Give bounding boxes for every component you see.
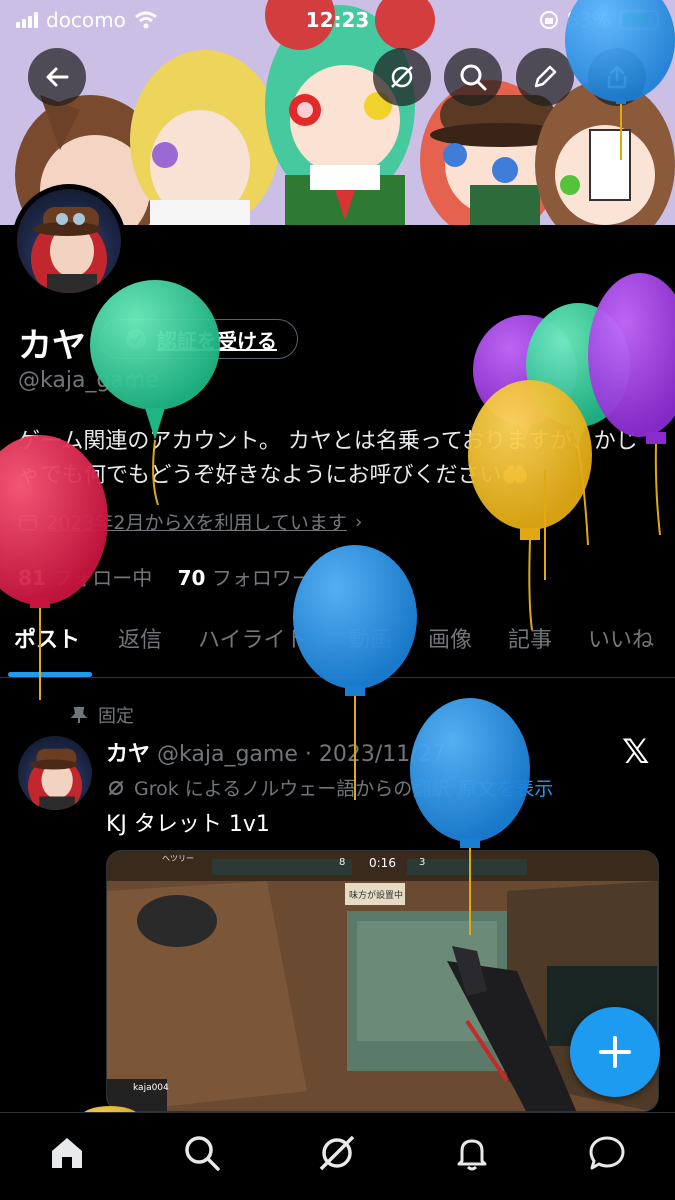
rotation-lock-icon [539,11,558,29]
joined-text: 2023年2月からXを利用しています [46,512,347,534]
share-icon [607,65,627,89]
tab-images[interactable]: 画像 [428,622,472,654]
pin-icon [70,707,88,723]
active-tab-indicator [8,672,92,677]
search-button[interactable] [444,48,502,106]
grok-button[interactable] [373,48,431,106]
search-icon [185,1136,220,1171]
pinned-label: 固定 [98,706,134,727]
edit-button[interactable] [516,48,574,106]
edit-pencil-icon [534,65,557,88]
grok-icon [108,780,124,795]
tab-likes[interactable]: いいね [588,622,654,654]
balloon-green-right [526,303,630,546]
following-label: フォロー中 [52,566,153,590]
bell-icon [457,1139,487,1171]
battery-percent: 83% [566,8,611,32]
media-player-name: kaja004 [133,1083,169,1093]
balloon-purple-mid [473,315,577,440]
media-score-right: 3 [419,857,426,868]
avatar-illustration [31,207,107,293]
compose-post-button[interactable] [570,1007,660,1097]
x-logo-icon: 𝕏 [622,732,650,772]
media-score-left: 8 [339,857,346,868]
profile-handle: @kaja_game [18,368,159,393]
bottom-navigation [0,1112,675,1200]
grok-translation: Grok によるノルウェー語からの翻訳 原文を表示 [106,774,553,801]
followers-label: フォロワー [211,566,312,590]
follow-stats: 81 フォロー中 70 フォロワー [18,562,312,591]
battery-icon [619,10,659,30]
search-icon [460,64,487,91]
nav-messages[interactable] [585,1131,629,1175]
balloon-yellow [468,380,592,631]
tab-articles[interactable]: 記事 [508,622,552,654]
calendar-icon [19,513,37,531]
post-handle-date: @kaja_game · 2023/11/27 [157,742,446,767]
status-right: 83% [539,8,659,32]
back-button[interactable] [28,48,86,106]
pinned-indicator: 固定 [70,702,134,728]
media-banner-text: 味方が設置中 [349,891,404,901]
nav-notifications[interactable] [450,1131,494,1175]
get-verified-label: 認証を受ける [157,328,277,353]
balloon-purple-right [588,273,675,536]
media-label-topleft: ヘツリー [162,854,194,863]
profile-avatar[interactable] [12,184,126,298]
share-button[interactable] [588,48,646,106]
profile-bio: ゲーム関連のアカウント。 カヤとは名乗っておりますが、かじゃでも何でもどうぞ好き… [18,429,638,488]
profile-tabs: ポスト 返信 ハイライト 動画 画像 記事 いいね [0,610,675,678]
profile-name: カヤ [18,326,86,366]
followers-count: 70 [177,566,206,590]
grok-icon [391,66,413,88]
chevron-right-icon: › [354,510,363,533]
tab-videos[interactable]: 動画 [348,622,392,654]
show-original-link[interactable]: 原文を表示 [458,774,553,801]
joined-date[interactable]: 2023年2月からXを利用しています › [18,508,363,535]
followers-link[interactable]: 70 フォロワー [178,566,312,590]
media-timer: 0:16 [369,856,396,870]
status-bar: docomo 12:23 83% [0,0,675,40]
get-verified-button[interactable]: 認証を受ける [100,319,298,359]
grok-note: Grok によるノルウェー語からの翻訳 [134,778,451,800]
post-author[interactable]: カヤ [106,742,150,767]
verified-badge-icon [126,329,146,349]
nav-home[interactable] [45,1131,89,1175]
tab-posts[interactable]: ポスト [14,622,80,654]
tab-highlights[interactable]: ハイライト [198,622,308,654]
back-arrow-icon [46,67,69,87]
following-count: 81 [18,566,46,590]
following-link[interactable]: 81 フォロー中 [18,566,152,590]
tab-replies[interactable]: 返信 [118,622,162,654]
avatar-illustration [27,748,83,810]
home-icon [52,1138,82,1168]
post-header: カヤ @kaja_game · 2023/11/27 [106,736,446,768]
post-text: KJ タレット 1v1 [106,812,270,837]
grok-icon [319,1135,355,1171]
nav-search[interactable] [180,1131,224,1175]
plus-icon [599,1036,631,1068]
messages-icon [589,1136,625,1170]
nav-grok[interactable] [315,1131,359,1175]
post-avatar[interactable] [18,736,92,810]
